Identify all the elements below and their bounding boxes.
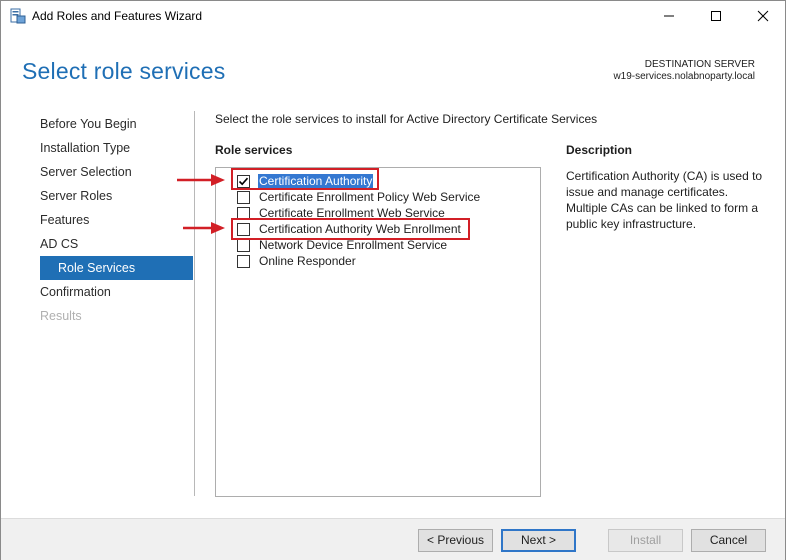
role-service-label[interactable]: Online Responder xyxy=(258,254,357,268)
nav-item-before-you-begin[interactable]: Before You Begin xyxy=(40,117,137,131)
minimize-button[interactable] xyxy=(646,1,692,31)
role-services-header: Role services xyxy=(215,143,293,157)
previous-button[interactable]: < Previous xyxy=(418,529,493,552)
minimize-icon xyxy=(664,15,674,17)
wizard-footer: < Previous Next > Install Cancel xyxy=(1,518,785,560)
window-title: Add Roles and Features Wizard xyxy=(32,9,203,23)
title-bar: Add Roles and Features Wizard xyxy=(1,1,785,31)
checkbox[interactable] xyxy=(237,254,250,268)
wizard-window: Add Roles and Features Wizard Select rol… xyxy=(0,0,786,560)
maximize-icon xyxy=(711,11,721,21)
nav-item-server-roles[interactable]: Server Roles xyxy=(40,189,112,203)
role-service-label[interactable]: Network Device Enrollment Service xyxy=(258,238,448,252)
red-arrow-icon xyxy=(177,174,225,186)
close-button[interactable] xyxy=(740,1,786,31)
nav-item-results: Results xyxy=(40,309,82,323)
role-service-item[interactable]: Online Responder xyxy=(237,253,357,269)
destination-server-label: DESTINATION SERVER xyxy=(644,59,755,70)
instruction-text: Select the role services to install for … xyxy=(215,112,598,126)
checkbox[interactable] xyxy=(237,190,250,204)
checkbox[interactable] xyxy=(237,238,250,252)
maximize-button[interactable] xyxy=(693,1,739,31)
description-header: Description xyxy=(566,143,633,157)
nav-item-installation-type[interactable]: Installation Type xyxy=(40,141,130,155)
role-service-label[interactable]: Certificate Enrollment Policy Web Servic… xyxy=(258,190,481,204)
nav-divider xyxy=(194,111,195,496)
close-icon xyxy=(757,10,769,22)
server-manager-icon xyxy=(10,8,26,24)
nav-item-features[interactable]: Features xyxy=(40,213,89,227)
next-button[interactable]: Next > xyxy=(501,529,576,552)
role-services-list[interactable]: Certification Authority Certificate Enro… xyxy=(215,167,541,497)
nav-item-role-services[interactable]: Role Services xyxy=(40,256,193,280)
red-arrow-icon xyxy=(183,222,225,234)
highlight-box-certification-authority xyxy=(231,168,379,190)
nav-item-server-selection[interactable]: Server Selection xyxy=(40,165,132,179)
nav-item-ad-cs[interactable]: AD CS xyxy=(40,237,78,251)
install-button: Install xyxy=(608,529,683,552)
highlight-box-web-enrollment xyxy=(231,218,470,240)
destination-server-name: w19-services.nolabnoparty.local xyxy=(613,71,755,82)
page-title: Select role services xyxy=(22,58,226,84)
cancel-button[interactable]: Cancel xyxy=(691,529,766,552)
description-text: Certification Authority (CA) is used to … xyxy=(566,169,763,231)
role-service-item[interactable]: Certificate Enrollment Policy Web Servic… xyxy=(237,189,481,205)
nav-item-confirmation[interactable]: Confirmation xyxy=(40,285,111,299)
